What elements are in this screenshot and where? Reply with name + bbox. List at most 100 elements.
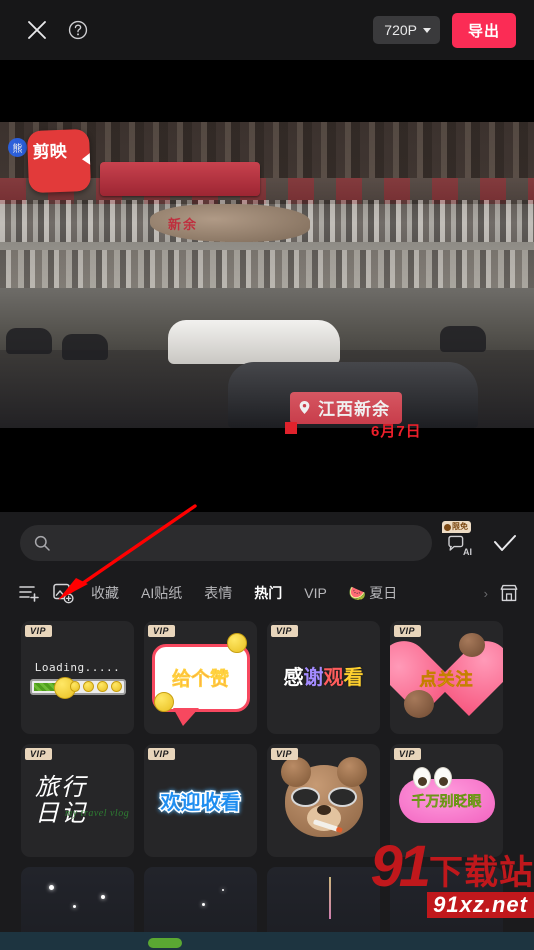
video-motorcycle (6, 328, 52, 354)
smiley-icon (227, 633, 247, 653)
search-row: 限免 AI (0, 512, 534, 573)
sticker-gei-ge-zan-label: 给个赞 (171, 669, 230, 691)
ai-sticker-label: AI (463, 547, 472, 557)
vip-badge: VIP (271, 748, 299, 760)
sticker-shop-button[interactable] (494, 576, 524, 610)
video-motorcycle (440, 326, 486, 352)
tab-hot-label: 热门 (254, 585, 283, 601)
add-image-icon (53, 583, 74, 604)
video-white-car (168, 320, 340, 364)
add-image-button[interactable] (46, 576, 80, 610)
confirm-button[interactable] (488, 526, 522, 560)
video-preview[interactable]: 新余 熊 百度APP 剪映 (0, 122, 534, 428)
star-icon (73, 905, 76, 908)
smiley-icon (97, 681, 108, 692)
tab-emoji[interactable]: 表情 (193, 583, 243, 603)
jianying-logo: 剪映 (26, 128, 92, 194)
sticker-dian-guan-zhu-label: 点关注 (419, 670, 474, 690)
help-button[interactable] (54, 13, 88, 47)
tab-emoji-label: 表情 (204, 585, 233, 601)
tabs-overflow-indicator[interactable]: › (478, 586, 494, 601)
close-button[interactable] (20, 13, 54, 47)
video-stone-text: 新余 (168, 217, 199, 232)
vip-badge: VIP (25, 625, 53, 637)
tab-ai-stickers-label: AI贴纸 (141, 585, 183, 601)
loading-bar (29, 676, 126, 699)
add-list-icon (19, 586, 39, 602)
resolution-label: 720P (384, 22, 417, 38)
star-icon (49, 885, 54, 890)
nav-home-indicator[interactable] (148, 938, 182, 948)
tab-vip[interactable]: VIP (293, 585, 338, 601)
bear-ear-right (336, 756, 367, 787)
tab-summer-label: 夏日 (369, 585, 398, 601)
tab-ai-stickers[interactable]: AI贴纸 (130, 583, 193, 603)
category-tab-bar: 收藏 AI贴纸 表情 热门 VIP 🍉 夏日 › (0, 573, 534, 613)
location-pin-icon (299, 401, 310, 414)
sticker-huan-ying-shou-kan[interactable]: VIP 欢迎收看 (144, 744, 257, 857)
sticker-huan-ying-shou-kan-label: 欢迎收看 (159, 791, 242, 816)
video-red-bus (100, 162, 260, 196)
add-list-button[interactable] (12, 576, 46, 610)
smiley-icon (69, 681, 81, 692)
vip-badge: VIP (25, 748, 53, 760)
sticker-qian-wan-bie-zha-yan-label: 千万别眨眼 (411, 792, 482, 809)
search-icon (34, 535, 50, 551)
vip-badge: VIP (394, 748, 422, 760)
sticker-gei-ge-zan[interactable]: VIP 给个赞 (144, 621, 257, 734)
editor-screen: 720P 导出 新余 熊 百度APP (0, 0, 534, 950)
export-button[interactable]: 导出 (451, 12, 516, 48)
bear-ear-left (280, 756, 311, 787)
sticker-gan-xie-guan-kan[interactable]: VIP 感谢观看 (267, 621, 380, 734)
sticker-lv-xing-ri-ji-sub: my travel vlog (65, 807, 130, 819)
location-sticker-label: 江西新余 (318, 400, 390, 419)
eye (433, 766, 452, 789)
check-icon (494, 535, 516, 551)
preview-stage: 新余 熊 百度APP 剪映 江西新余 6月7日 00:05 (0, 60, 534, 553)
sticker-qian-wan-bie-zha-yan[interactable]: VIP 千万别眨眼 (390, 744, 503, 857)
vip-badge: VIP (394, 625, 422, 637)
smiley-icon (83, 681, 95, 692)
video-motorcycle (62, 334, 108, 360)
tab-favorites[interactable]: 收藏 (80, 583, 130, 603)
search-box[interactable] (20, 525, 432, 561)
close-icon (28, 21, 46, 39)
date-sticker[interactable]: 6月7日 (371, 420, 422, 441)
baidu-logo-icon: 熊 (8, 138, 27, 157)
tab-summer[interactable]: 🍉 夏日 (338, 583, 408, 603)
sticker-loading-art: Loading..... (21, 660, 134, 699)
vip-badge: VIP (271, 625, 299, 637)
sticker-loading-label: Loading..... (34, 660, 121, 674)
sticker-loading[interactable]: VIP Loading..... (21, 621, 134, 734)
sticker-lv-xing-ri-ji[interactable]: VIP 旅行 日记 my travel vlog (21, 744, 134, 857)
shooting-star-icon (329, 877, 331, 919)
clock-icon (444, 523, 451, 531)
top-bar: 720P 导出 (0, 0, 534, 60)
bear-sunglasses-icon (280, 756, 367, 837)
ai-free-badge: 限免 (442, 521, 471, 533)
vip-badge: VIP (148, 748, 176, 760)
sunglasses-lens (290, 786, 320, 807)
jianying-logo-label: 剪映 (32, 141, 67, 162)
ai-sticker-icon: AI (447, 535, 472, 557)
ai-free-badge-label: 限免 (452, 522, 468, 531)
bear-icon (459, 633, 485, 657)
eye (412, 766, 431, 789)
sticker-dian-guan-zhu[interactable]: VIP 点关注 (390, 621, 503, 734)
date-sticker-marker (285, 422, 297, 434)
star-icon (101, 895, 105, 899)
tab-hot[interactable]: 热门 (243, 583, 293, 603)
sunglasses-lens (327, 786, 357, 807)
sticker-bear-sunglasses[interactable]: VIP (267, 744, 380, 857)
ai-sticker-button[interactable]: 限免 AI (442, 521, 476, 560)
sticker-qian-wan-bie-zha-yan-art: 千万别眨眼 (398, 766, 495, 823)
star-icon (222, 889, 224, 891)
system-nav-bar (0, 932, 534, 950)
sticker-grid: VIP Loading..... VIP 给个赞 VIP 感谢观看 VIP 点关… (0, 613, 534, 950)
googly-eyes-icon (412, 766, 452, 789)
shop-icon (500, 584, 518, 602)
star-icon (202, 903, 205, 906)
search-input[interactable] (58, 534, 418, 552)
smiley-icon (110, 681, 122, 692)
resolution-selector[interactable]: 720P (373, 16, 440, 44)
